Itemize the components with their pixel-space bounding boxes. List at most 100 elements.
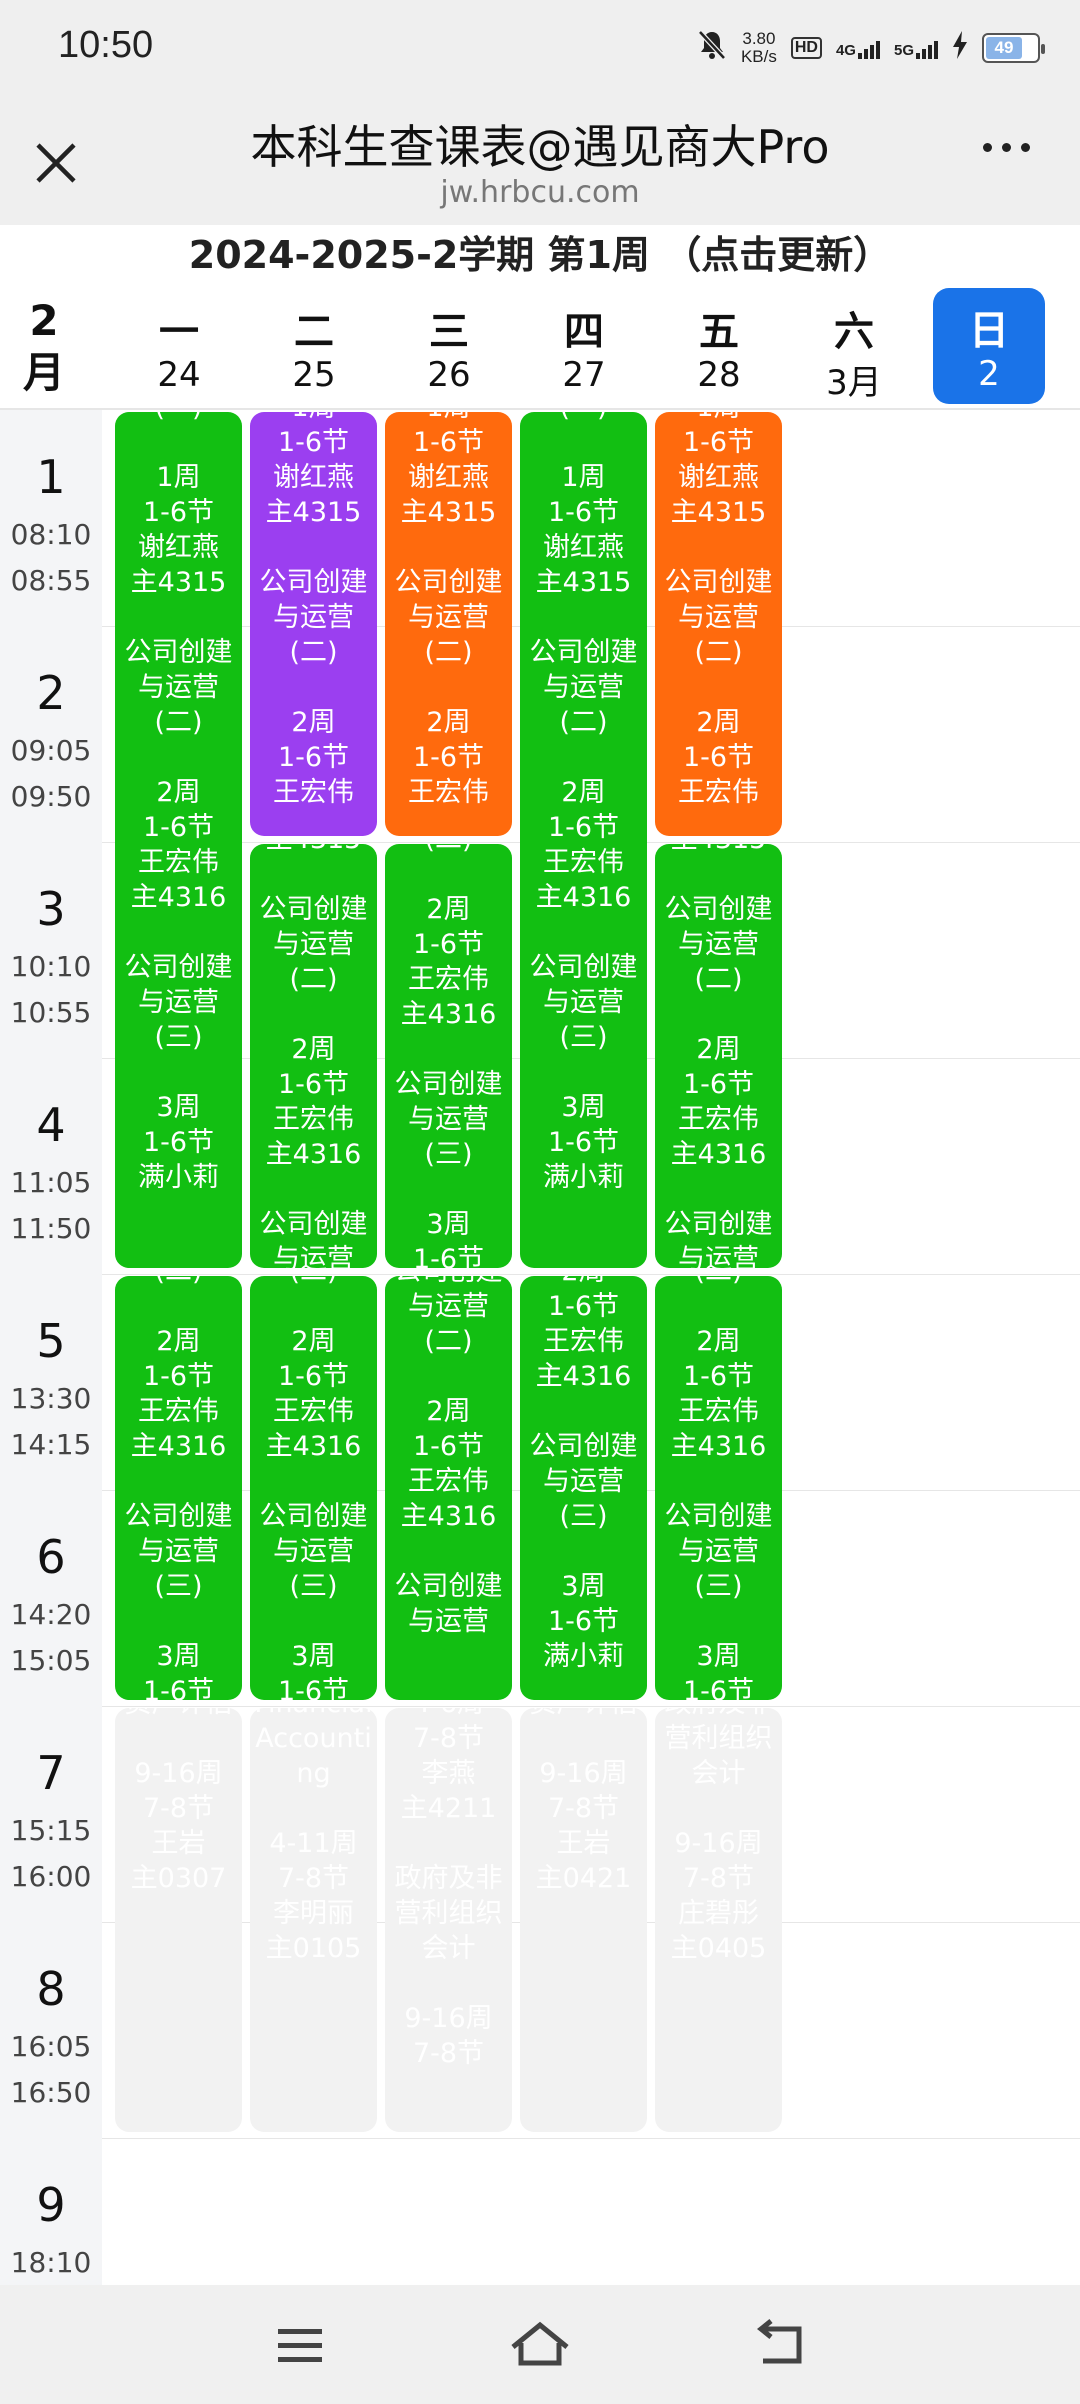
period-2: 2 09:05 09:50 bbox=[0, 626, 102, 842]
course-block[interactable]: 1周 1-6节 谢红燕 主4315 公司创建 与运营 (二) 2周 1-6节 王… bbox=[655, 412, 782, 836]
period-number: 9 bbox=[36, 2178, 66, 2232]
period-end-time: 11:50 bbox=[10, 1212, 92, 1245]
course-block[interactable]: (二) 2周 1-6节 王宏伟 主4316 公司创建 与运营 (三) 3周 1-… bbox=[655, 1276, 782, 1700]
day-date: 3月 bbox=[826, 363, 882, 403]
hd-badge: HD bbox=[790, 37, 822, 59]
course-block[interactable]: (二) 2周 1-6节 王宏伟 主4316 公司创建 与运营 (三) 3周 1-… bbox=[250, 1276, 377, 1700]
day-date: 24 bbox=[157, 355, 201, 395]
period-3: 3 10:10 10:55 bbox=[0, 842, 102, 1058]
course-text: (一) 1周 1-6节 谢红燕 主4315 公司创建 与运营 (二) 2周 1-… bbox=[124, 412, 233, 1193]
day-header-4: 四 27 bbox=[520, 285, 648, 410]
period-start-time: 18:10 bbox=[10, 2246, 92, 2279]
net-speed: 3.80 KB/s bbox=[740, 29, 777, 66]
period-6: 6 14:20 15:05 bbox=[0, 1490, 102, 1706]
period-4: 4 11:05 11:50 bbox=[0, 1058, 102, 1274]
day-name: 四 bbox=[564, 309, 604, 355]
course-block[interactable]: (二) 2周 1-6节 王宏伟 主4316 公司创建 与运营 (三) 3周 1-… bbox=[385, 844, 512, 1268]
period-end-time: 15:05 bbox=[10, 1644, 92, 1677]
day-date: 25 bbox=[292, 355, 336, 395]
status-time: 10:50 bbox=[58, 24, 154, 66]
course-block[interactable]: Financial Accounti ng 4-11周 7-8节 李明丽 主01… bbox=[250, 1708, 377, 2132]
back-button[interactable] bbox=[745, 2315, 815, 2375]
course-block[interactable]: 4-6周 7-8节 李燕 主4211 政府及非 营利组织 会计 9-16周 7-… bbox=[385, 1708, 512, 2132]
course-block[interactable]: 资产评估 9-16周 7-8节 王岩 主0307 bbox=[115, 1708, 242, 2132]
course-block[interactable]: 1周 1-6节 谢红燕 主4315 公司创建 与运营 (二) 2周 1-6节 王… bbox=[250, 412, 377, 836]
day-date: 26 bbox=[427, 355, 471, 395]
course-block[interactable]: 1周 1-6节 谢红燕 主4315 公司创建 与运营 (二) 2周 1-6节 王… bbox=[385, 412, 512, 836]
period-number: 1 bbox=[36, 450, 66, 504]
period-start-time: 09:05 bbox=[10, 734, 92, 767]
signal-4g: 4G bbox=[836, 37, 880, 59]
day-date: 28 bbox=[697, 355, 741, 395]
course-text: (一) 1周 1-6节 谢红燕 主4315 公司创建 与运营 (二) 2周 1-… bbox=[529, 412, 638, 1193]
course-text: Financial Accounti ng 4-11周 7-8节 李明丽 主01… bbox=[254, 1708, 372, 1964]
course-text: 主4315 公司创建 与运营 (二) 2周 1-6节 王宏伟 主4316 公司创… bbox=[259, 844, 368, 1268]
system-nav-bar bbox=[0, 2285, 1080, 2404]
course-block[interactable]: (一) 1周 1-6节 谢红燕 主4315 公司创建 与运营 (二) 2周 1-… bbox=[520, 412, 647, 1268]
day-header-5: 五 28 bbox=[655, 285, 783, 410]
period-number: 8 bbox=[36, 1962, 66, 2016]
period-1: 1 08:10 08:55 bbox=[0, 410, 102, 626]
period-end-time: 10:55 bbox=[10, 996, 92, 1029]
charging-icon bbox=[952, 31, 968, 65]
day-date: 2 bbox=[978, 354, 1000, 394]
course-text: 政府及非 营利组织 会计 9-16周 7-8节 庄碧彤 主0405 bbox=[664, 1708, 773, 1964]
day-header-3: 三 26 bbox=[385, 285, 513, 410]
day-name: 一 bbox=[159, 309, 199, 355]
period-number: 4 bbox=[36, 1098, 66, 1152]
day-date: 27 bbox=[562, 355, 606, 395]
period-number: 5 bbox=[36, 1314, 66, 1368]
week-header: 2月 一 24 二 25 三 26 四 27 五 28 六 3月日 2 bbox=[0, 285, 1080, 410]
period-start-time: 16:05 bbox=[10, 2030, 92, 2063]
day-name: 五 bbox=[699, 309, 739, 355]
day-name: 六 bbox=[834, 309, 874, 355]
signal-5g: 5G bbox=[894, 37, 938, 59]
period-column: 1 08:10 08:55 2 09:05 09:50 3 10:10 10:55 4 11:05 1… bbox=[0, 410, 102, 2285]
day-name: 日 bbox=[969, 308, 1009, 354]
period-start-time: 08:10 bbox=[10, 518, 92, 551]
course-text: (二) 2周 1-6节 王宏伟 主4316 公司创建 与运营 (三) 3周 1-… bbox=[394, 844, 503, 1268]
back-icon bbox=[756, 2319, 802, 2364]
course-text: 2周 1-6节 王宏伟 主4316 公司创建 与运营 (三) 3周 1-6节 满… bbox=[529, 1276, 638, 1672]
course-text: 资产评估 9-16周 7-8节 王岩 主0307 bbox=[125, 1708, 233, 1894]
course-text: 1周 1-6节 谢红燕 主4315 公司创建 与运营 (二) 2周 1-6节 王… bbox=[664, 412, 773, 808]
period-number: 3 bbox=[36, 882, 66, 936]
period-end-time: 16:50 bbox=[10, 2076, 92, 2109]
day-name: 三 bbox=[429, 309, 469, 355]
semester-refresh-bar[interactable]: 2024-2025-2学期 第1周 （点击更新） bbox=[0, 225, 1080, 285]
period-end-time: 09:50 bbox=[10, 780, 92, 813]
home-icon bbox=[511, 2321, 569, 2366]
course-block[interactable]: 主4315 公司创建 与运营 (二) 2周 1-6节 王宏伟 主4316 公司创… bbox=[250, 844, 377, 1268]
day-header-1: 一 24 bbox=[115, 285, 243, 410]
period-7: 7 15:15 16:00 bbox=[0, 1706, 102, 1922]
period-8: 8 16:05 16:50 bbox=[0, 1922, 102, 2138]
battery-icon: 49 bbox=[982, 33, 1045, 63]
grid-line bbox=[102, 2138, 1080, 2139]
period-end-time: 14:15 bbox=[10, 1428, 92, 1461]
course-text: 4-6周 7-8节 李燕 主4211 政府及非 营利组织 会计 9-16周 7-… bbox=[394, 1708, 503, 2069]
course-block[interactable]: 资产评估 9-16周 7-8节 王岩 主0421 bbox=[520, 1708, 647, 2132]
menu-button[interactable] bbox=[265, 2315, 335, 2375]
period-number: 7 bbox=[36, 1746, 66, 1800]
day-header-6: 六 3月 bbox=[790, 285, 918, 410]
day-header-7: 日2 bbox=[933, 288, 1045, 404]
course-text: (二) 2周 1-6节 王宏伟 主4316 公司创建 与运营 (三) 3周 1-… bbox=[664, 1276, 773, 1700]
grid-line bbox=[102, 1706, 1080, 1707]
course-block[interactable]: 政府及非 营利组织 会计 9-16周 7-8节 庄碧彤 主0405 bbox=[655, 1708, 782, 2132]
period-number: 6 bbox=[36, 1530, 66, 1584]
course-block[interactable]: 公司创建 与运营 (二) 2周 1-6节 王宏伟 主4316 公司创建 与运营 bbox=[385, 1276, 512, 1700]
course-block[interactable]: (二) 2周 1-6节 王宏伟 主4316 公司创建 与运营 (三) 3周 1-… bbox=[115, 1276, 242, 1700]
period-number: 2 bbox=[36, 666, 66, 720]
period-start-time: 11:05 bbox=[10, 1166, 92, 1199]
more-options-button[interactable] bbox=[983, 143, 1030, 152]
course-block[interactable]: 主4315 公司创建 与运营 (二) 2周 1-6节 王宏伟 主4316 公司创… bbox=[655, 844, 782, 1268]
period-start-time: 14:20 bbox=[10, 1598, 92, 1631]
course-text: 1周 1-6节 谢红燕 主4315 公司创建 与运营 (二) 2周 1-6节 王… bbox=[259, 412, 368, 808]
course-block[interactable]: (一) 1周 1-6节 谢红燕 主4315 公司创建 与运营 (二) 2周 1-… bbox=[115, 412, 242, 1268]
home-button[interactable] bbox=[505, 2315, 575, 2375]
day-name: 二 bbox=[294, 309, 334, 355]
title-bar: 本科生查课表@遇见商大Pro jw.hrbcu.com bbox=[0, 95, 1080, 225]
course-text: 1周 1-6节 谢红燕 主4315 公司创建 与运营 (二) 2周 1-6节 王… bbox=[394, 412, 503, 808]
course-block[interactable]: 2周 1-6节 王宏伟 主4316 公司创建 与运营 (三) 3周 1-6节 满… bbox=[520, 1276, 647, 1700]
month-label: 2月 bbox=[22, 296, 65, 397]
